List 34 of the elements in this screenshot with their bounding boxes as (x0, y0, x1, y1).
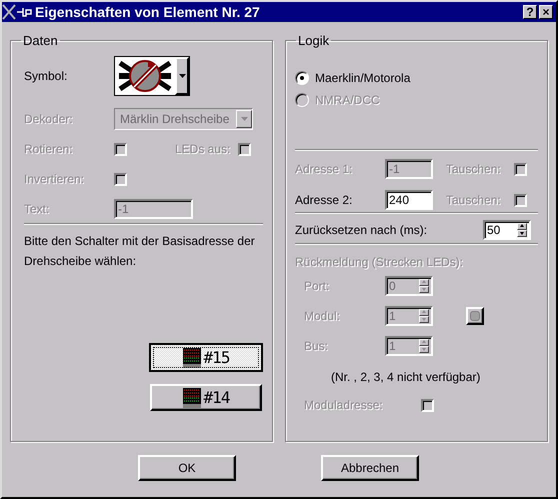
symbol-dropdown[interactable] (114, 56, 190, 96)
input-field[interactable]: 240 (385, 190, 433, 210)
group-title: Logik (298, 33, 330, 48)
field-label: Adresse 1: (295, 162, 354, 176)
spin-field[interactable]: 50 (483, 220, 531, 240)
app-logo-icon[interactable] (2, 4, 32, 20)
field-label: Zurücksetzen nach (ms): (295, 223, 428, 237)
field-label: Bus: (304, 339, 330, 353)
field-label: Tauschen: (446, 193, 502, 207)
field-label: LEDs aus: (175, 142, 232, 156)
field-label: Adresse 2: (295, 193, 354, 207)
note-text: (Nr. , 2, 3, 4 nicht verfügbar) (331, 370, 480, 384)
group-title: Daten (23, 33, 58, 48)
field-label: Moduladresse: (304, 398, 384, 412)
window-title: Eigenschaften von Element Nr. 27 (35, 4, 260, 20)
close-button[interactable]: × (539, 5, 553, 19)
field-label: Text: (24, 202, 50, 216)
dialog-button[interactable]: OK (138, 455, 236, 481)
section-label: Rückmeldung (Strecken LEDs): (295, 255, 464, 269)
field-label: Modul: (304, 309, 342, 323)
instruction-text: Bitte den Schalter mit der Basisadresse der Drehscheibe wählen: (24, 233, 256, 270)
field-label: Tauschen: (446, 162, 502, 176)
led-matrix-icon (182, 348, 201, 368)
field-label: Port: (304, 279, 330, 293)
field-label: Invertieren: (24, 172, 86, 186)
address-switch-button[interactable]: #15 (149, 343, 263, 372)
address-switch-button[interactable]: #14 (150, 384, 262, 411)
led-matrix-icon (182, 388, 201, 408)
help-button[interactable]: ? (523, 5, 537, 19)
field-label: Symbol: (24, 69, 68, 83)
radio-button[interactable]: Maerklin/Motorola (295, 71, 410, 85)
dialog-button[interactable]: Abbrechen (321, 455, 419, 481)
field-label: Rotieren: (24, 142, 74, 156)
field-label: Dekoder: (24, 112, 74, 126)
